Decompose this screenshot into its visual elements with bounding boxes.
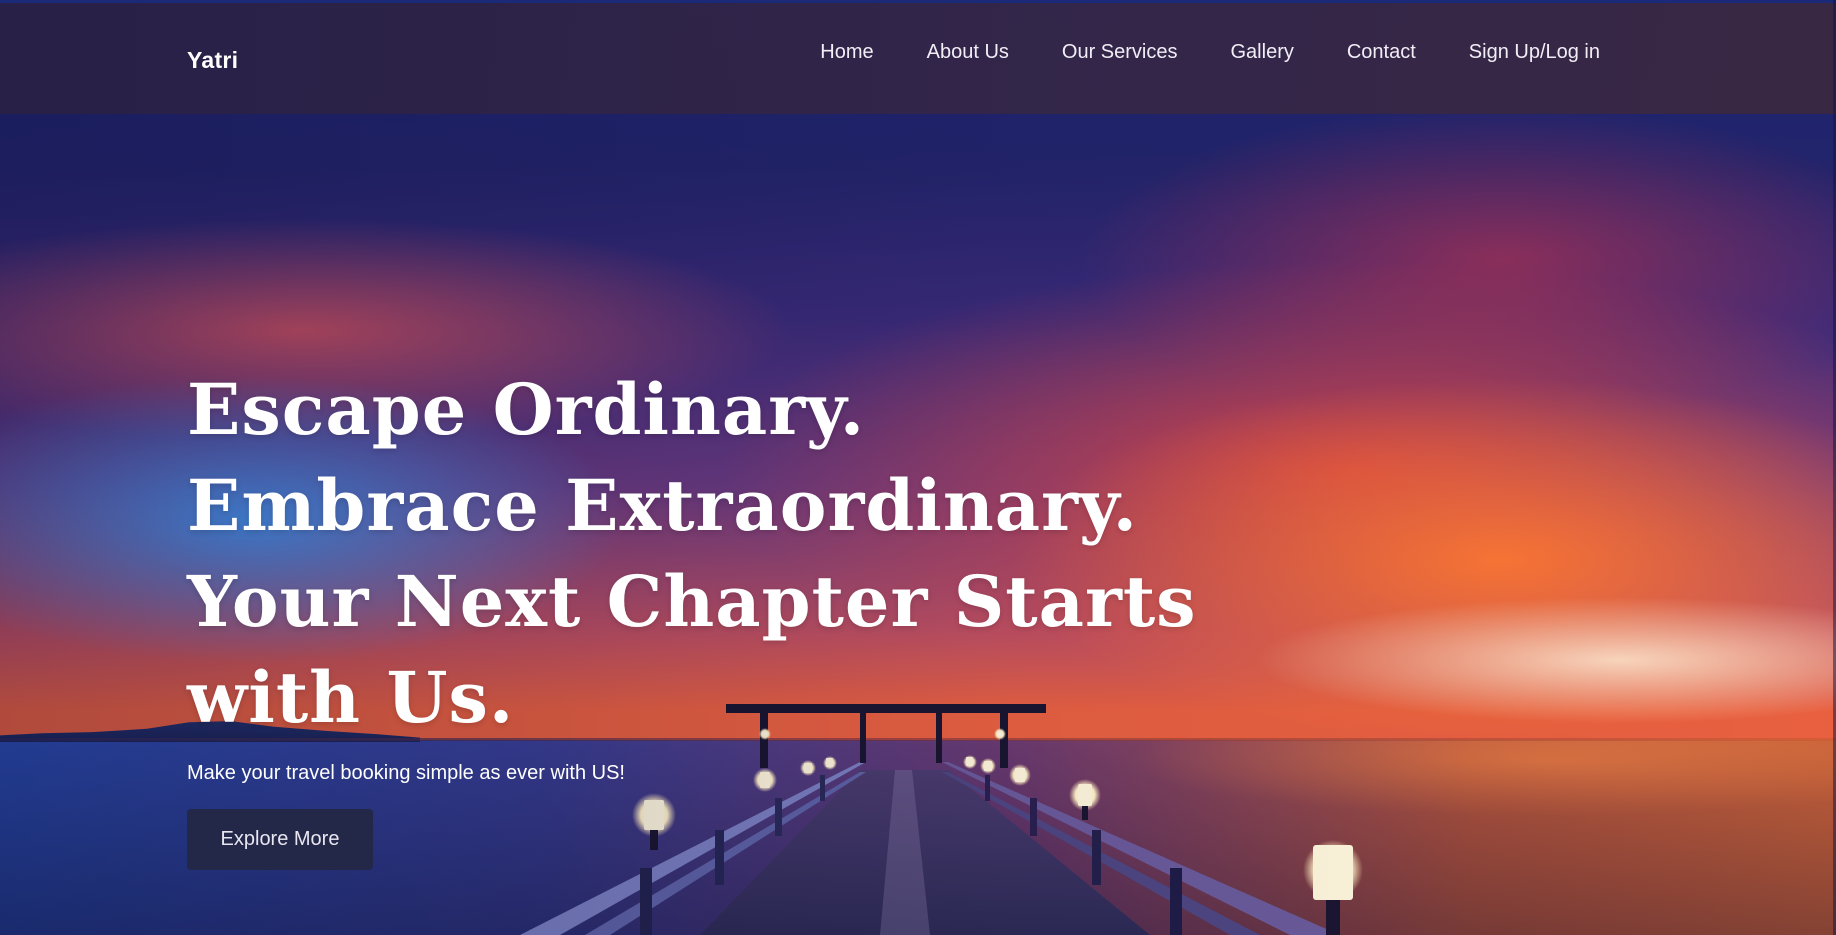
- brand-logo[interactable]: Yatri: [187, 47, 238, 74]
- headline-line: Embrace Extraordinary.: [187, 464, 1139, 547]
- headline-line: Your Next Chapter Starts: [187, 560, 1197, 643]
- hero-headline: Escape Ordinary. Embrace Extraordinary. …: [187, 362, 1197, 746]
- nav-gallery[interactable]: Gallery: [1231, 39, 1294, 65]
- nav-contact[interactable]: Contact: [1347, 39, 1416, 65]
- nav-signup-login[interactable]: Sign Up/Log in: [1469, 39, 1600, 65]
- main-nav: Home About Us Our Services Gallery Conta…: [767, 39, 1600, 65]
- nav-our-services[interactable]: Our Services: [1062, 39, 1178, 65]
- top-navbar: Yatri Home About Us Our Services Gallery…: [0, 0, 1836, 114]
- hero-subtext: Make your travel booking simple as ever …: [187, 762, 625, 784]
- headline-line: with Us.: [187, 656, 515, 739]
- nav-about-us[interactable]: About Us: [927, 39, 1009, 65]
- headline-line: Escape Ordinary.: [187, 368, 866, 451]
- nav-home[interactable]: Home: [820, 39, 873, 65]
- explore-more-button[interactable]: Explore More: [187, 809, 373, 870]
